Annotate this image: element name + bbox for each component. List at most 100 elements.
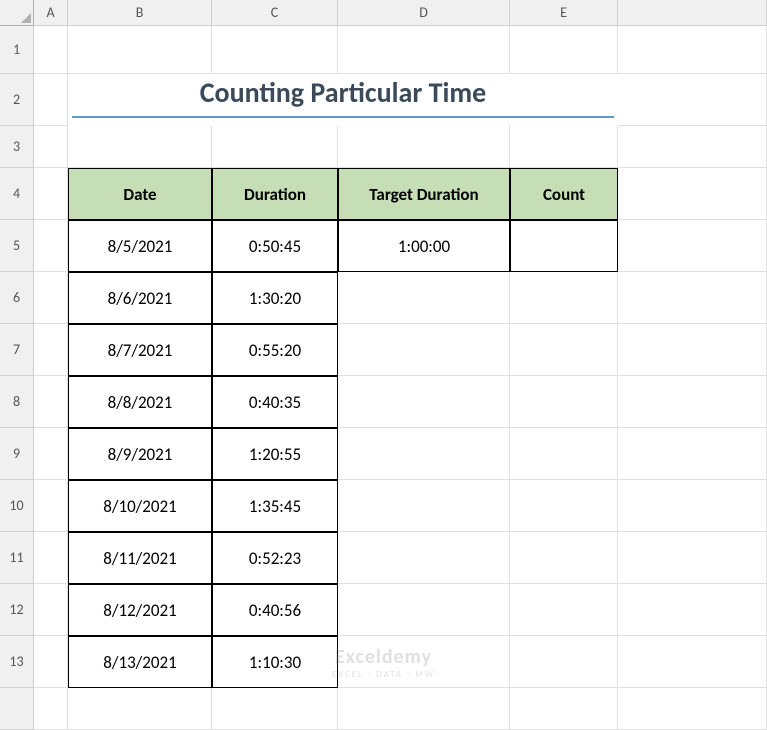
cell-F10[interactable] <box>618 480 767 532</box>
cell-E3[interactable] <box>510 126 618 168</box>
title-cell[interactable]: Counting Particular Time <box>72 74 614 118</box>
cell-E1[interactable] <box>510 26 618 74</box>
cell-A13[interactable] <box>34 636 68 688</box>
cell-duration-6[interactable]: 0:52:23 <box>212 532 338 584</box>
cell-D8[interactable] <box>338 376 510 428</box>
cell-A1[interactable] <box>34 26 68 74</box>
cell-F-extra[interactable] <box>618 688 767 730</box>
cell-E13[interactable] <box>510 636 618 688</box>
cell-D12[interactable] <box>338 584 510 636</box>
cell-B-extra[interactable] <box>68 688 212 730</box>
cell-F8[interactable] <box>618 376 767 428</box>
cell-duration-8[interactable]: 1:10:30 <box>212 636 338 688</box>
cell-F4[interactable] <box>618 168 767 220</box>
row-header-9[interactable]: 9 <box>0 428 34 480</box>
cell-A7[interactable] <box>34 324 68 376</box>
cell-D7[interactable] <box>338 324 510 376</box>
col-header-E[interactable]: E <box>510 0 618 26</box>
cell-E6[interactable] <box>510 272 618 324</box>
select-all-corner[interactable] <box>0 0 34 26</box>
cell-A12[interactable] <box>34 584 68 636</box>
cell-count[interactable] <box>510 220 618 272</box>
cell-F3[interactable] <box>618 126 767 168</box>
row-header-7[interactable]: 7 <box>0 324 34 376</box>
table-header-duration[interactable]: Duration <box>212 168 338 220</box>
cell-A8[interactable] <box>34 376 68 428</box>
cell-date-7[interactable]: 8/12/2021 <box>68 584 212 636</box>
cell-duration-1[interactable]: 1:30:20 <box>212 272 338 324</box>
table-header-date[interactable]: Date <box>68 168 212 220</box>
cell-E9[interactable] <box>510 428 618 480</box>
cell-F11[interactable] <box>618 532 767 584</box>
cell-date-0[interactable]: 8/5/2021 <box>68 220 212 272</box>
cell-C-extra[interactable] <box>212 688 338 730</box>
cell-duration-7[interactable]: 0:40:56 <box>212 584 338 636</box>
col-header-A[interactable]: A <box>34 0 68 26</box>
cell-D-extra[interactable] <box>338 688 510 730</box>
cell-A10[interactable] <box>34 480 68 532</box>
cell-F12[interactable] <box>618 584 767 636</box>
cell-date-2[interactable]: 8/7/2021 <box>68 324 212 376</box>
cell-E11[interactable] <box>510 532 618 584</box>
cell-A-extra[interactable] <box>34 688 68 730</box>
col-header-D[interactable]: D <box>338 0 510 26</box>
cell-target-duration[interactable]: 1:00:00 <box>338 220 510 272</box>
cell-date-8[interactable]: 8/13/2021 <box>68 636 212 688</box>
cell-date-3[interactable]: 8/8/2021 <box>68 376 212 428</box>
col-header-C[interactable]: C <box>212 0 338 26</box>
cell-F5[interactable] <box>618 220 767 272</box>
cell-duration-5[interactable]: 1:35:45 <box>212 480 338 532</box>
cell-date-1[interactable]: 8/6/2021 <box>68 272 212 324</box>
cell-D1[interactable] <box>338 26 510 74</box>
cell-date-4[interactable]: 8/9/2021 <box>68 428 212 480</box>
cell-F13[interactable] <box>618 636 767 688</box>
cell-E12[interactable] <box>510 584 618 636</box>
cell-date-6[interactable]: 8/11/2021 <box>68 532 212 584</box>
cell-C1[interactable] <box>212 26 338 74</box>
cell-D10[interactable] <box>338 480 510 532</box>
cell-D11[interactable] <box>338 532 510 584</box>
cell-duration-4[interactable]: 1:20:55 <box>212 428 338 480</box>
cell-A4[interactable] <box>34 168 68 220</box>
row-header-12[interactable]: 12 <box>0 584 34 636</box>
cell-E-extra[interactable] <box>510 688 618 730</box>
cell-A2[interactable] <box>34 74 68 126</box>
row-header-10[interactable]: 10 <box>0 480 34 532</box>
row-header-8[interactable]: 8 <box>0 376 34 428</box>
row-header-3[interactable]: 3 <box>0 126 34 168</box>
cell-E10[interactable] <box>510 480 618 532</box>
cell-A5[interactable] <box>34 220 68 272</box>
table-header-count[interactable]: Count <box>510 168 618 220</box>
cell-F1[interactable] <box>618 26 767 74</box>
cell-duration-2[interactable]: 0:55:20 <box>212 324 338 376</box>
cell-B1[interactable] <box>68 26 212 74</box>
cell-C3[interactable] <box>212 126 338 168</box>
cell-A6[interactable] <box>34 272 68 324</box>
cell-A9[interactable] <box>34 428 68 480</box>
cell-F6[interactable] <box>618 272 767 324</box>
cell-D3[interactable] <box>338 126 510 168</box>
row-header-2[interactable]: 2 <box>0 74 34 126</box>
table-header-target[interactable]: Target Duration <box>338 168 510 220</box>
cell-A3[interactable] <box>34 126 68 168</box>
cell-D9[interactable] <box>338 428 510 480</box>
row-header-13[interactable]: 13 <box>0 636 34 688</box>
cell-duration-0[interactable]: 0:50:45 <box>212 220 338 272</box>
cell-D13[interactable] <box>338 636 510 688</box>
cell-date-5[interactable]: 8/10/2021 <box>68 480 212 532</box>
cell-F2[interactable] <box>618 74 767 126</box>
cell-F9[interactable] <box>618 428 767 480</box>
cell-B3[interactable] <box>68 126 212 168</box>
row-header-4[interactable]: 4 <box>0 168 34 220</box>
cell-duration-3[interactable]: 0:40:35 <box>212 376 338 428</box>
row-header-11[interactable]: 11 <box>0 532 34 584</box>
cell-F7[interactable] <box>618 324 767 376</box>
row-header-5[interactable]: 5 <box>0 220 34 272</box>
col-header-B[interactable]: B <box>68 0 212 26</box>
cell-E7[interactable] <box>510 324 618 376</box>
cell-E8[interactable] <box>510 376 618 428</box>
row-header-6[interactable]: 6 <box>0 272 34 324</box>
row-header-1[interactable]: 1 <box>0 26 34 74</box>
cell-D6[interactable] <box>338 272 510 324</box>
cell-A11[interactable] <box>34 532 68 584</box>
